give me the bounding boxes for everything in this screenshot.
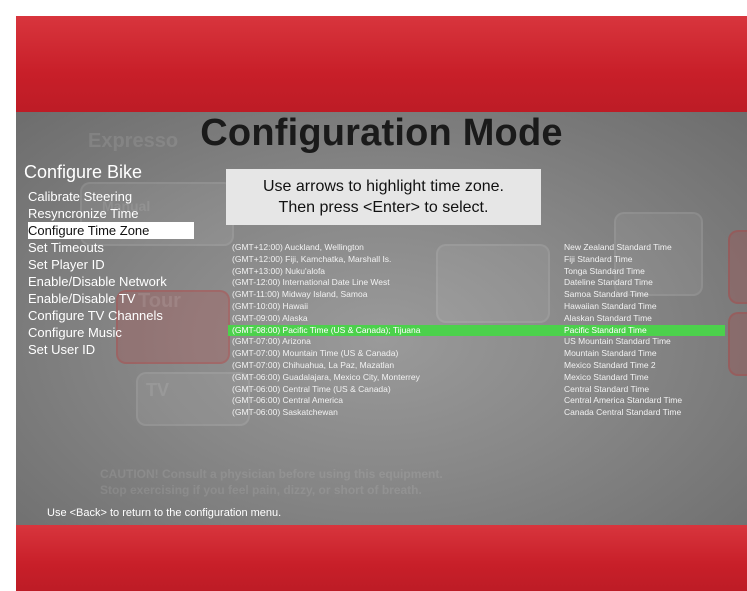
timezone-standard-name: Alaskan Standard Time [564,312,652,323]
bottom-red-bar [16,525,747,591]
timezone-name: (GMT-10:00) Hawaii [232,300,309,311]
menu-item-set-timeouts[interactable]: Set Timeouts [28,239,194,256]
menu-item-enable-disable-tv[interactable]: Enable/Disable TV [28,290,194,307]
kiosk-screen: Expresso Manual Tour TV CAUTION! Consult… [0,0,747,591]
menu-item-label: Set Timeouts [28,240,104,255]
timezone-standard-name: Hawaiian Standard Time [564,300,657,311]
instruction-box: Use arrows to highlight time zone. Then … [226,169,541,225]
timezone-standard-name: Pacific Standard Time [564,324,647,335]
timezone-row[interactable]: (GMT-10:00) Hawaii Hawaiian Standard Time [228,301,725,313]
timezone-name: (GMT-09:00) Alaska [232,312,308,323]
timezone-row[interactable]: (GMT-07:00) Mountain Time (US & Canada) M… [228,348,725,360]
menu-item-label: Resyncronize Time [28,206,139,221]
page-title: Configuration Mode [200,112,563,154]
menu-item-configure-music[interactable]: Configure Music [28,324,194,341]
timezone-row[interactable]: (GMT-08:00) Pacific Time (US & Canada); … [228,324,725,337]
watermark-red-card [728,230,747,304]
timezone-name: (GMT-06:00) Saskatchewan [232,407,338,418]
timezone-standard-name: Samoa Standard Time [564,289,649,300]
timezone-standard-name: Central Standard Time [564,383,650,394]
timezone-standard-name: US Mountain Standard Time [564,336,671,347]
menu-item-label: Calibrate Steering [28,189,133,204]
menu-item-label: Configure Music [28,325,122,340]
timezone-row[interactable]: (GMT-06:00) Saskatchewan Canada Central S… [228,407,725,419]
menu-heading: Configure Bike [24,162,143,182]
timezone-standard-name: Mountain Standard Time [564,348,657,359]
instruction-line-1: Use arrows to highlight time zone. [263,178,504,195]
watermark-red-card [728,312,747,376]
timezone-row[interactable]: (GMT-07:00) Chihuahua, La Paz, Mazatlan M… [228,360,725,372]
configure-menu: Calibrate Steering Resyncronize Time Confi… [28,188,194,358]
timezone-name: (GMT-07:00) Chihuahua, La Paz, Mazatlan [232,359,395,370]
timezone-row[interactable]: (GMT-07:00) Arizona US Mountain Standard … [228,336,725,348]
timezone-name: (GMT-12:00) International Date Line West [232,277,390,288]
timezone-row[interactable]: (GMT-12:00) International Date Line West… [228,277,725,289]
watermark-caution-1: CAUTION! Consult a physician before usin… [100,467,443,481]
timezone-name: (GMT-07:00) Arizona [232,336,311,347]
menu-item-label: Set User ID [28,342,96,357]
timezone-name: (GMT-07:00) Mountain Time (US & Canada) [232,348,399,359]
menu-item-label: Configure TV Channels [28,308,163,323]
instruction-line-2: Then press <Enter> to select. [278,199,489,216]
timezone-name: (GMT-06:00) Central Time (US & Canada) [232,383,391,394]
menu-item-label: Enable/Disable Network [28,274,167,289]
timezone-name: (GMT-06:00) Central America [232,395,344,406]
timezone-name: (GMT+12:00) Fiji, Kamchatka, Marshall Is… [232,253,392,264]
menu-item-resyncronize-time[interactable]: Resyncronize Time [28,205,194,222]
menu-item-enable-disable-network[interactable]: Enable/Disable Network [28,273,194,290]
timezone-name: (GMT-06:00) Guadalajara, Mexico City, Mo… [232,371,420,382]
timezone-standard-name: Fiji Standard Time [564,253,633,264]
timezone-standard-name: Tonga Standard Time [564,265,645,276]
timezone-row[interactable]: (GMT+13:00) Nuku'alofa Tonga Standard Tim… [228,266,725,278]
timezone-row[interactable]: (GMT+12:00) Auckland, Wellington New Zeal… [228,242,725,254]
menu-item-calibrate-steering[interactable]: Calibrate Steering [28,188,194,205]
config-panel: Expresso Manual Tour TV CAUTION! Consult… [16,112,747,525]
timezone-name: (GMT+13:00) Nuku'alofa [232,265,326,276]
timezone-list: (GMT+12:00) Auckland, Wellington New Zeal… [228,242,725,419]
timezone-row[interactable]: (GMT-06:00) Central America Central Ameri… [228,395,725,407]
timezone-row[interactable]: (GMT-11:00) Midway Island, Samoa Samoa St… [228,289,725,301]
timezone-row[interactable]: (GMT-06:00) Guadalajara, Mexico City, Mo… [228,372,725,384]
timezone-standard-name: Canada Central Standard Time [564,407,682,418]
timezone-standard-name: Central America Standard Time [564,395,683,406]
menu-item-label: Configure Time Zone [28,223,150,238]
watermark-tv: TV [146,380,170,400]
timezone-row[interactable]: (GMT-09:00) Alaska Alaskan Standard Time [228,313,725,325]
menu-item-label: Enable/Disable TV [28,291,136,306]
menu-item-set-player-id[interactable]: Set Player ID [28,256,194,273]
timezone-standard-name: Mexico Standard Time [564,371,649,382]
timezone-name: (GMT+12:00) Auckland, Wellington [232,242,364,252]
menu-item-set-user-id[interactable]: Set User ID [28,341,194,358]
timezone-row[interactable]: (GMT-06:00) Central Time (US & Canada) Ce… [228,384,725,396]
top-red-bar [16,16,747,112]
watermark-caution-2: Stop exercising if you feel pain, dizzy,… [100,483,422,497]
timezone-standard-name: New Zealand Standard Time [564,242,672,252]
timezone-row[interactable]: (GMT+12:00) Fiji, Kamchatka, Marshall Is… [228,254,725,266]
timezone-standard-name: Mexico Standard Time 2 [564,359,656,370]
menu-item-label: Set Player ID [28,257,105,272]
menu-item-configure-tv-channels[interactable]: Configure TV Channels [28,307,194,324]
timezone-standard-name: Dateline Standard Time [564,277,653,288]
timezone-name: (GMT-11:00) Midway Island, Samoa [232,289,368,300]
timezone-name: (GMT-08:00) Pacific Time (US & Canada); … [232,324,421,335]
back-hint: Use <Back> to return to the configuratio… [47,507,282,519]
menu-item-configure-time-zone[interactable]: Configure Time Zone [28,222,194,239]
